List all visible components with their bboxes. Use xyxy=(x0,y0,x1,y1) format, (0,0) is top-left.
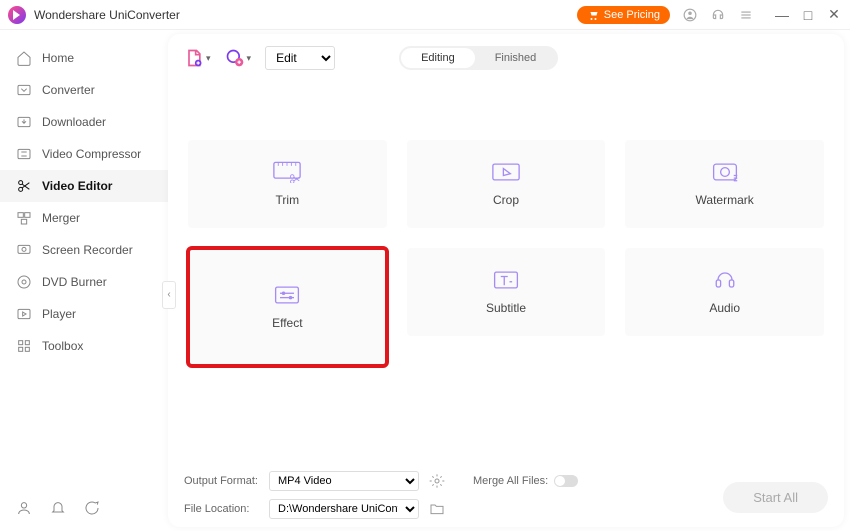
sidebar-item-home[interactable]: Home xyxy=(0,42,168,74)
card-label: Watermark xyxy=(696,193,754,207)
see-pricing-label: See Pricing xyxy=(604,9,660,21)
close-button[interactable]: ✕ xyxy=(826,7,842,23)
card-label: Effect xyxy=(272,316,302,330)
tab-finished[interactable]: Finished xyxy=(475,48,557,68)
menu-icon[interactable] xyxy=(738,7,754,23)
tab-editing[interactable]: Editing xyxy=(401,48,475,68)
sidebar-item-screen-recorder[interactable]: Screen Recorder xyxy=(0,234,168,266)
sidebar-item-label: Merger xyxy=(42,211,80,225)
add-url-button[interactable]: ▾ xyxy=(225,48,252,68)
recorder-icon xyxy=(16,242,32,258)
sidebar-item-label: Downloader xyxy=(42,115,106,129)
card-crop[interactable]: Crop xyxy=(407,140,606,228)
watermark-icon xyxy=(711,161,739,183)
sidebar-item-downloader[interactable]: Downloader xyxy=(0,106,168,138)
sidebar-item-dvd-burner[interactable]: DVD Burner xyxy=(0,266,168,298)
converter-icon xyxy=(16,82,32,98)
home-icon xyxy=(16,50,32,66)
card-label: Audio xyxy=(709,301,740,315)
account-icon[interactable] xyxy=(682,7,698,23)
card-audio[interactable]: Audio xyxy=(625,248,824,336)
mode-select[interactable]: Edit xyxy=(265,46,335,70)
sidebar-item-player[interactable]: Player xyxy=(0,298,168,330)
sidebar-item-label: Home xyxy=(42,51,74,65)
card-watermark[interactable]: Watermark xyxy=(625,140,824,228)
card-subtitle[interactable]: Subtitle xyxy=(407,248,606,336)
chevron-down-icon: ▾ xyxy=(247,53,252,64)
file-location-select[interactable]: D:\Wondershare UniConverter 1 xyxy=(269,499,419,519)
audio-icon xyxy=(711,269,739,291)
sidebar-item-label: Video Compressor xyxy=(42,147,141,161)
card-label: Subtitle xyxy=(486,301,526,315)
output-format-label: Output Format: xyxy=(184,475,259,487)
merge-label: Merge All Files: xyxy=(473,475,548,487)
feedback-icon[interactable] xyxy=(84,500,100,521)
dvd-icon xyxy=(16,274,32,290)
target-icon xyxy=(225,48,245,68)
sidebar-item-label: DVD Burner xyxy=(42,275,107,289)
cart-icon xyxy=(587,9,599,21)
sidebar-item-label: Screen Recorder xyxy=(42,243,133,257)
sidebar-item-merger[interactable]: Merger xyxy=(0,202,168,234)
sidebar-item-label: Player xyxy=(42,307,76,321)
see-pricing-button[interactable]: See Pricing xyxy=(577,6,670,24)
merge-toggle[interactable] xyxy=(554,475,578,487)
sidebar-item-compressor[interactable]: Video Compressor xyxy=(0,138,168,170)
app-title: Wondershare UniConverter xyxy=(34,8,180,22)
titlebar: Wondershare UniConverter See Pricing — □… xyxy=(0,0,850,30)
effect-icon xyxy=(273,284,301,306)
subtitle-icon xyxy=(492,269,520,291)
compressor-icon xyxy=(16,146,32,162)
add-file-icon xyxy=(184,48,204,68)
chevron-down-icon: ▾ xyxy=(206,53,211,64)
card-trim[interactable]: Trim xyxy=(188,140,387,228)
downloader-icon xyxy=(16,114,32,130)
collapse-sidebar-button[interactable]: ‹ xyxy=(162,281,176,309)
toolbox-icon xyxy=(16,338,32,354)
output-format-select[interactable]: MP4 Video xyxy=(269,471,419,491)
sidebar-item-label: Toolbox xyxy=(42,339,83,353)
main-panel: ▾ ▾ Edit Editing Finished Trim Crop xyxy=(168,34,844,527)
sidebar-item-label: Video Editor xyxy=(42,179,112,193)
account-status-icon[interactable] xyxy=(16,500,32,521)
support-icon[interactable] xyxy=(710,7,726,23)
notifications-icon[interactable] xyxy=(50,500,66,521)
add-file-button[interactable]: ▾ xyxy=(184,48,211,68)
merger-icon xyxy=(16,210,32,226)
card-label: Crop xyxy=(493,193,519,207)
sidebar-item-video-editor[interactable]: Video Editor xyxy=(0,170,168,202)
start-all-button[interactable]: Start All xyxy=(723,482,828,513)
sidebar-item-converter[interactable]: Converter xyxy=(0,74,168,106)
file-location-label: File Location: xyxy=(184,503,259,515)
trim-icon xyxy=(273,161,301,183)
minimize-button[interactable]: — xyxy=(774,7,790,23)
settings-icon[interactable] xyxy=(429,473,445,489)
sidebar-item-label: Converter xyxy=(42,83,95,97)
sidebar: Home Converter Downloader Video Compress… xyxy=(0,30,168,531)
sidebar-item-toolbox[interactable]: Toolbox xyxy=(0,330,168,362)
maximize-button[interactable]: □ xyxy=(800,7,816,23)
folder-icon[interactable] xyxy=(429,501,445,517)
player-icon xyxy=(16,306,32,322)
crop-icon xyxy=(492,161,520,183)
card-label: Trim xyxy=(276,193,300,207)
card-effect[interactable]: Effect xyxy=(188,248,387,366)
scissors-icon xyxy=(16,178,32,194)
app-logo-icon xyxy=(8,6,26,24)
